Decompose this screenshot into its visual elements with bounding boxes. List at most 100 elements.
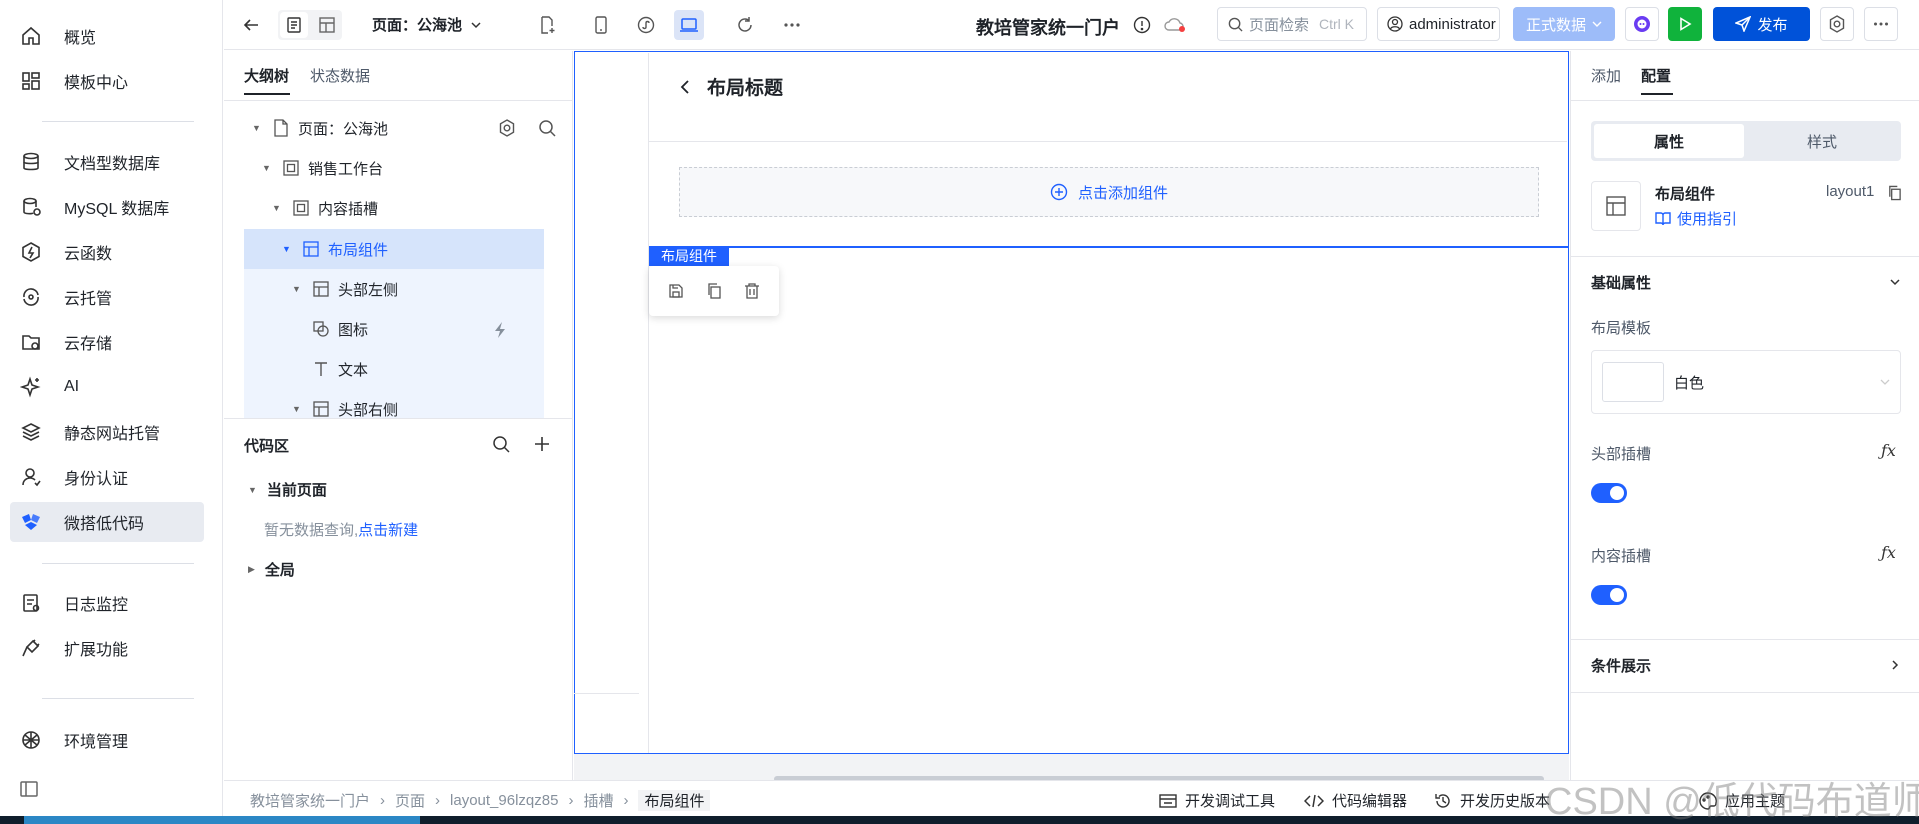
breadcrumb-item[interactable]: 页面 <box>395 790 425 811</box>
container-icon <box>293 200 309 216</box>
publish-button[interactable]: 发布 <box>1713 7 1810 41</box>
breadcrumb-item[interactable]: layout_96lzqz85 <box>450 792 558 809</box>
miniprogram-view-button[interactable] <box>631 10 661 40</box>
formula-icon[interactable]: ƒx <box>1881 543 1896 562</box>
user-button[interactable]: administrator <box>1377 7 1500 41</box>
layout-view-button[interactable] <box>312 10 342 40</box>
usage-guide-link[interactable]: 使用指引 <box>1655 208 1737 229</box>
expand-arrow-icon: ▼ <box>292 404 301 414</box>
copy-icon[interactable] <box>706 283 722 299</box>
page-search-input[interactable]: 页面检索 Ctrl K <box>1217 7 1367 41</box>
refresh-button[interactable] <box>730 10 760 40</box>
tree-node-content-slot[interactable]: ▼ 内容插槽 <box>272 189 378 227</box>
segment-style[interactable]: 样式 <box>1747 124 1897 158</box>
tab-outline-tree[interactable]: 大纲树 <box>244 65 289 86</box>
tree-node-header-right[interactable]: ▼ 头部右侧 <box>292 390 398 418</box>
nav-item-mysql[interactable]: MySQL 数据库 <box>10 187 204 227</box>
layout-icon <box>313 401 329 417</box>
text-icon <box>315 362 327 376</box>
collapse-sidebar-icon[interactable] <box>20 781 38 797</box>
data-mode-select[interactable]: 正式数据 <box>1513 7 1615 41</box>
breadcrumb-item[interactable]: 布局组件 <box>638 790 711 811</box>
code-group-global[interactable]: ▶ 全局 <box>248 559 295 580</box>
code-editor-button[interactable]: 代码编辑器 <box>1304 790 1407 811</box>
nav-label: 扩展功能 <box>64 642 129 659</box>
tree-node-label: 头部左侧 <box>338 281 399 299</box>
info-icon[interactable] <box>1133 16 1151 34</box>
nav-item-overview[interactable]: 概览 <box>10 16 204 56</box>
breadcrumb-item[interactable]: 插槽 <box>583 790 613 811</box>
palette-icon <box>1699 791 1717 810</box>
header-slot-toggle[interactable] <box>1591 483 1627 503</box>
nav-item-storage[interactable]: 云存储 <box>10 322 204 362</box>
history-button[interactable]: 开发历史版本 <box>1434 790 1550 811</box>
settings-button[interactable] <box>1820 7 1854 41</box>
plus-icon[interactable] <box>534 436 550 452</box>
add-component-label: 点击添加组件 <box>1077 184 1168 202</box>
empty-text: 暂无数据查询, <box>264 522 359 539</box>
mobile-view-button[interactable] <box>586 10 616 40</box>
nav-item-cloud-host[interactable]: 云托管 <box>10 277 204 317</box>
tab-config[interactable]: 配置 <box>1641 65 1671 86</box>
tree-node-header-left[interactable]: ▼ 头部左侧 <box>292 270 398 308</box>
save-icon[interactable] <box>668 283 684 299</box>
tree-node-sales-workbench[interactable]: ▼ 销售工作台 <box>262 149 383 187</box>
search-icon[interactable] <box>492 435 510 453</box>
canvas-left-divider <box>648 53 649 753</box>
back-button[interactable] <box>236 10 266 40</box>
gear-icon[interactable] <box>498 119 516 137</box>
section-basic-props[interactable]: 基础属性 <box>1591 269 1901 295</box>
nav-item-lowcode[interactable]: 微搭低代码 <box>10 502 204 542</box>
ai-assistant-button[interactable] <box>1625 7 1659 41</box>
nav-label: 云存储 <box>64 336 113 353</box>
content-slot-toggle[interactable] <box>1591 585 1627 605</box>
new-page-button[interactable] <box>532 10 562 40</box>
template-select[interactable]: 白色 <box>1591 350 1901 414</box>
more-button[interactable] <box>777 10 807 40</box>
breadcrumb-item[interactable]: 教培管家统一门户 <box>250 790 370 811</box>
delete-icon[interactable] <box>744 283 760 299</box>
toggle-knob <box>1610 486 1624 500</box>
page-selector[interactable]: 页面：公海池 <box>372 14 482 35</box>
code-area-title: 代码区 <box>244 438 290 455</box>
tree-node-text[interactable]: 文本 <box>312 350 368 388</box>
code-group-label: 当前页面 <box>266 482 327 499</box>
nav-item-doc-db[interactable]: 文档型数据库 <box>10 142 204 182</box>
code-group-current-page[interactable]: ▼ 当前页面 <box>248 479 327 500</box>
more-menu-button[interactable] <box>1864 7 1898 41</box>
tab-add[interactable]: 添加 <box>1591 65 1621 86</box>
section-conditional-display[interactable]: 条件展示 <box>1591 651 1901 679</box>
nav-item-ai[interactable]: AI <box>10 367 204 407</box>
lightning-icon[interactable] <box>492 321 508 339</box>
sparkle-icon <box>20 376 41 398</box>
nav-item-templates[interactable]: 模板中心 <box>10 61 204 101</box>
tree-node-layout[interactable]: ▼ 布局组件 <box>282 230 388 268</box>
top-toolbar: 页面：公海池 教培管家统一门户 页面检索 Ctrl K administrato… <box>224 0 1919 50</box>
search-shortcut: Ctrl K <box>1319 16 1355 32</box>
page-view-button[interactable] <box>280 12 308 38</box>
create-query-link[interactable]: 点击新建 <box>358 522 418 539</box>
dev-tools-label: 开发调试工具 <box>1185 793 1276 810</box>
formula-icon[interactable]: ƒx <box>1881 441 1896 460</box>
segment-props[interactable]: 属性 <box>1594 124 1744 158</box>
selection-outline <box>649 246 1569 248</box>
app-theme-button[interactable]: 应用主题 <box>1699 790 1785 811</box>
nav-item-functions[interactable]: 云函数 <box>10 232 204 272</box>
nav-item-extensions[interactable]: 扩展功能 <box>10 628 204 668</box>
preview-button[interactable] <box>1668 7 1702 41</box>
tab-label: 大纲树 <box>244 68 290 85</box>
tab-underline <box>1641 93 1673 95</box>
nav-item-static-hosting[interactable]: 静态网站托管 <box>10 412 204 452</box>
dev-tools-button[interactable]: 开发调试工具 <box>1159 790 1275 811</box>
tree-node-icon[interactable]: 图标 <box>312 310 368 348</box>
nav-item-auth[interactable]: 身份认证 <box>10 457 204 497</box>
desktop-view-button[interactable] <box>674 10 704 40</box>
back-chevron-icon[interactable] <box>679 79 691 95</box>
nav-item-env[interactable]: 环境管理 <box>10 720 204 760</box>
chevron-down-icon <box>1880 379 1890 385</box>
add-component-placeholder[interactable]: 点击添加组件 <box>679 167 1539 217</box>
nav-item-logs[interactable]: 日志监控 <box>10 583 204 623</box>
copy-icon[interactable] <box>1887 185 1902 201</box>
search-icon[interactable] <box>538 119 556 137</box>
tab-state-data[interactable]: 状态数据 <box>310 65 370 86</box>
